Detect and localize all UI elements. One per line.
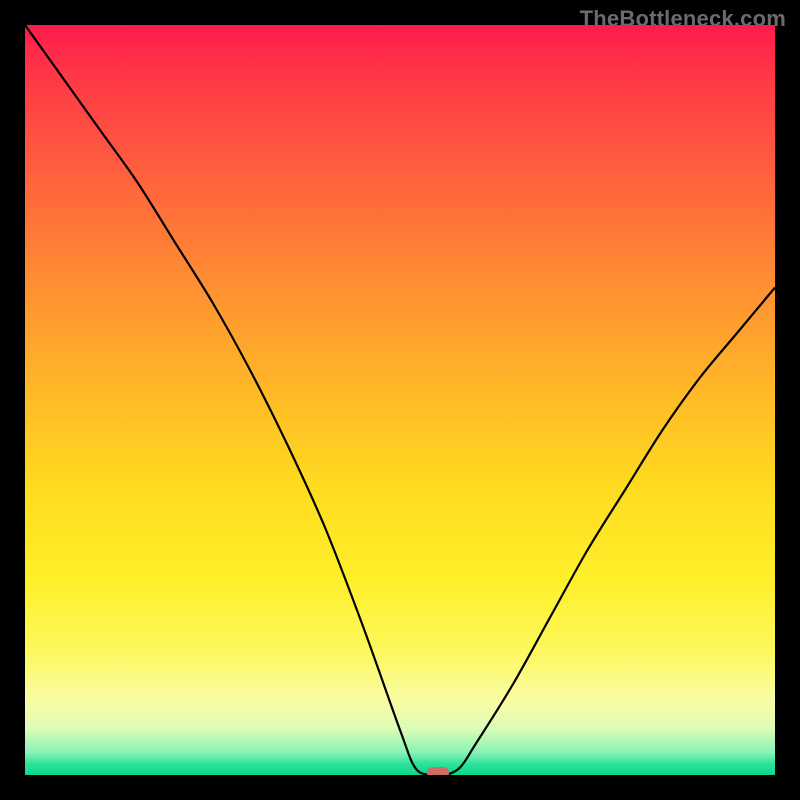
plot-area <box>25 25 775 775</box>
optimal-point-marker <box>427 767 449 775</box>
chart-frame: TheBottleneck.com <box>0 0 800 800</box>
curve-svg <box>25 25 775 775</box>
bottleneck-curve-path <box>25 25 775 775</box>
